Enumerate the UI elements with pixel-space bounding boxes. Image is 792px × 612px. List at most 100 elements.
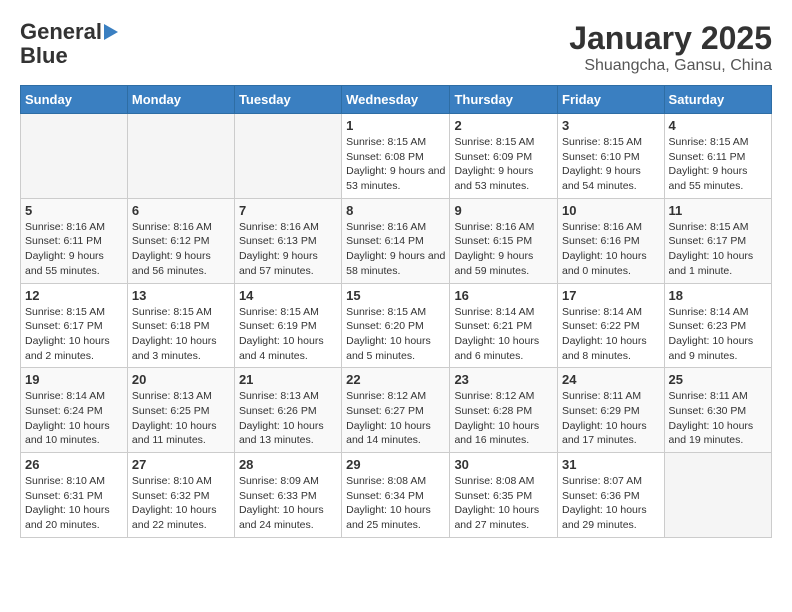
calendar-cell: 29 Sunrise: 8:08 AM Sunset: 6:34 PM Dayli… bbox=[342, 453, 450, 538]
day-number: 4 bbox=[669, 118, 767, 133]
day-number: 10 bbox=[562, 203, 660, 218]
day-number: 19 bbox=[25, 372, 123, 387]
day-info: Sunrise: 8:16 AM Sunset: 6:14 PM Dayligh… bbox=[346, 220, 445, 279]
logo: General Blue bbox=[20, 20, 118, 68]
calendar-cell: 11Sunrise: 8:15 AM Sunset: 6:17 PM Dayli… bbox=[664, 198, 771, 283]
day-info: Sunrise: 8:10 AM Sunset: 6:31 PM Dayligh… bbox=[25, 474, 123, 533]
day-of-week-header: Sunday bbox=[21, 86, 128, 114]
logo-text-blue: Blue bbox=[20, 44, 68, 68]
calendar-cell: 1Sunrise: 8:15 AM Sunset: 6:08 PM Daylig… bbox=[342, 114, 450, 199]
day-of-week-header: Wednesday bbox=[342, 86, 450, 114]
calendar-cell: 21Sunrise: 8:13 AM Sunset: 6:26 PM Dayli… bbox=[234, 368, 341, 453]
calendar-cell: 31 Sunrise: 8:07 AM Sunset: 6:36 PM Dayli… bbox=[558, 453, 665, 538]
day-number: 2 bbox=[454, 118, 553, 133]
day-number: 8 bbox=[346, 203, 445, 218]
day-info: Sunrise: 8:16 AM Sunset: 6:15 PM Dayligh… bbox=[454, 220, 553, 279]
calendar-cell: 12 Sunrise: 8:15 AM Sunset: 6:17 PM Dayli… bbox=[21, 283, 128, 368]
calendar-cell: 2 Sunrise: 8:15 AM Sunset: 6:09 PM Daylig… bbox=[450, 114, 558, 199]
day-number: 15 bbox=[346, 288, 445, 303]
calendar-subtitle: Shuangcha, Gansu, China bbox=[569, 57, 772, 75]
calendar-cell: 24 Sunrise: 8:11 AM Sunset: 6:29 PM Dayli… bbox=[558, 368, 665, 453]
day-info: Sunrise: 8:11 AM Sunset: 6:30 PM Dayligh… bbox=[669, 389, 767, 448]
day-info: Sunrise: 8:16 AM Sunset: 6:12 PM Dayligh… bbox=[132, 220, 230, 279]
day-of-week-header: Tuesday bbox=[234, 86, 341, 114]
calendar-cell: 16 Sunrise: 8:14 AM Sunset: 6:21 PM Dayli… bbox=[450, 283, 558, 368]
day-info: Sunrise: 8:07 AM Sunset: 6:36 PM Dayligh… bbox=[562, 474, 660, 533]
calendar-cell: 4 Sunrise: 8:15 AM Sunset: 6:11 PM Daylig… bbox=[664, 114, 771, 199]
day-info: Sunrise: 8:11 AM Sunset: 6:29 PM Dayligh… bbox=[562, 389, 660, 448]
day-info: Sunrise: 8:14 AM Sunset: 6:24 PM Dayligh… bbox=[25, 389, 123, 448]
calendar-cell: 27Sunrise: 8:10 AM Sunset: 6:32 PM Dayli… bbox=[127, 453, 234, 538]
calendar-cell: 30 Sunrise: 8:08 AM Sunset: 6:35 PM Dayli… bbox=[450, 453, 558, 538]
day-number: 11 bbox=[669, 203, 767, 218]
day-number: 24 bbox=[562, 372, 660, 387]
logo-arrow-icon bbox=[104, 24, 118, 40]
day-number: 27 bbox=[132, 457, 230, 472]
day-info: Sunrise: 8:15 AM Sunset: 6:20 PM Dayligh… bbox=[346, 305, 445, 364]
calendar-cell: 3 Sunrise: 8:15 AM Sunset: 6:10 PM Daylig… bbox=[558, 114, 665, 199]
calendar-cell: 18 Sunrise: 8:14 AM Sunset: 6:23 PM Dayli… bbox=[664, 283, 771, 368]
calendar-week-row: 5 Sunrise: 8:16 AM Sunset: 6:11 PM Daylig… bbox=[21, 198, 772, 283]
day-number: 17 bbox=[562, 288, 660, 303]
day-number: 28 bbox=[239, 457, 337, 472]
calendar-cell: 14Sunrise: 8:15 AM Sunset: 6:19 PM Dayli… bbox=[234, 283, 341, 368]
calendar-cell: 8 Sunrise: 8:16 AM Sunset: 6:14 PM Daylig… bbox=[342, 198, 450, 283]
day-info: Sunrise: 8:13 AM Sunset: 6:25 PM Dayligh… bbox=[132, 389, 230, 448]
day-info: Sunrise: 8:14 AM Sunset: 6:22 PM Dayligh… bbox=[562, 305, 660, 364]
calendar-cell: 6Sunrise: 8:16 AM Sunset: 6:12 PM Daylig… bbox=[127, 198, 234, 283]
calendar-cell bbox=[664, 453, 771, 538]
calendar-header-row: SundayMondayTuesdayWednesdayThursdayFrid… bbox=[21, 86, 772, 114]
calendar-week-row: 19 Sunrise: 8:14 AM Sunset: 6:24 PM Dayli… bbox=[21, 368, 772, 453]
day-info: Sunrise: 8:15 AM Sunset: 6:11 PM Dayligh… bbox=[669, 135, 767, 194]
day-info: Sunrise: 8:16 AM Sunset: 6:13 PM Dayligh… bbox=[239, 220, 337, 279]
day-info: Sunrise: 8:08 AM Sunset: 6:35 PM Dayligh… bbox=[454, 474, 553, 533]
calendar-cell: 22 Sunrise: 8:12 AM Sunset: 6:27 PM Dayli… bbox=[342, 368, 450, 453]
day-number: 18 bbox=[669, 288, 767, 303]
day-number: 12 bbox=[25, 288, 123, 303]
day-info: Sunrise: 8:15 AM Sunset: 6:10 PM Dayligh… bbox=[562, 135, 660, 194]
day-of-week-header: Monday bbox=[127, 86, 234, 114]
day-number: 5 bbox=[25, 203, 123, 218]
day-number: 29 bbox=[346, 457, 445, 472]
day-number: 21 bbox=[239, 372, 337, 387]
day-of-week-header: Thursday bbox=[450, 86, 558, 114]
day-number: 16 bbox=[454, 288, 553, 303]
day-info: Sunrise: 8:15 AM Sunset: 6:08 PM Dayligh… bbox=[346, 135, 445, 194]
day-number: 22 bbox=[346, 372, 445, 387]
day-info: Sunrise: 8:16 AM Sunset: 6:11 PM Dayligh… bbox=[25, 220, 123, 279]
calendar-cell bbox=[234, 114, 341, 199]
calendar-week-row: 26Sunrise: 8:10 AM Sunset: 6:31 PM Dayli… bbox=[21, 453, 772, 538]
day-info: Sunrise: 8:14 AM Sunset: 6:21 PM Dayligh… bbox=[454, 305, 553, 364]
day-info: Sunrise: 8:15 AM Sunset: 6:17 PM Dayligh… bbox=[25, 305, 123, 364]
calendar-week-row: 1Sunrise: 8:15 AM Sunset: 6:08 PM Daylig… bbox=[21, 114, 772, 199]
calendar-cell: 26Sunrise: 8:10 AM Sunset: 6:31 PM Dayli… bbox=[21, 453, 128, 538]
calendar-cell: 20Sunrise: 8:13 AM Sunset: 6:25 PM Dayli… bbox=[127, 368, 234, 453]
calendar-cell: 15 Sunrise: 8:15 AM Sunset: 6:20 PM Dayli… bbox=[342, 283, 450, 368]
calendar-cell: 23 Sunrise: 8:12 AM Sunset: 6:28 PM Dayli… bbox=[450, 368, 558, 453]
calendar-week-row: 12 Sunrise: 8:15 AM Sunset: 6:17 PM Dayli… bbox=[21, 283, 772, 368]
day-number: 31 bbox=[562, 457, 660, 472]
day-info: Sunrise: 8:15 AM Sunset: 6:18 PM Dayligh… bbox=[132, 305, 230, 364]
calendar-title: January 2025 bbox=[569, 20, 772, 57]
day-number: 3 bbox=[562, 118, 660, 133]
day-number: 25 bbox=[669, 372, 767, 387]
day-info: Sunrise: 8:16 AM Sunset: 6:16 PM Dayligh… bbox=[562, 220, 660, 279]
logo-text-general: General bbox=[20, 20, 102, 44]
day-of-week-header: Saturday bbox=[664, 86, 771, 114]
day-info: Sunrise: 8:12 AM Sunset: 6:28 PM Dayligh… bbox=[454, 389, 553, 448]
calendar-cell: 9 Sunrise: 8:16 AM Sunset: 6:15 PM Daylig… bbox=[450, 198, 558, 283]
day-info: Sunrise: 8:09 AM Sunset: 6:33 PM Dayligh… bbox=[239, 474, 337, 533]
day-number: 23 bbox=[454, 372, 553, 387]
calendar-cell: 5 Sunrise: 8:16 AM Sunset: 6:11 PM Daylig… bbox=[21, 198, 128, 283]
day-number: 30 bbox=[454, 457, 553, 472]
day-info: Sunrise: 8:15 AM Sunset: 6:09 PM Dayligh… bbox=[454, 135, 553, 194]
day-info: Sunrise: 8:14 AM Sunset: 6:23 PM Dayligh… bbox=[669, 305, 767, 364]
title-block: January 2025 Shuangcha, Gansu, China bbox=[569, 20, 772, 75]
day-number: 9 bbox=[454, 203, 553, 218]
day-info: Sunrise: 8:12 AM Sunset: 6:27 PM Dayligh… bbox=[346, 389, 445, 448]
calendar-cell: 17 Sunrise: 8:14 AM Sunset: 6:22 PM Dayli… bbox=[558, 283, 665, 368]
calendar-cell: 28 Sunrise: 8:09 AM Sunset: 6:33 PM Dayli… bbox=[234, 453, 341, 538]
day-info: Sunrise: 8:08 AM Sunset: 6:34 PM Dayligh… bbox=[346, 474, 445, 533]
calendar-cell: 25 Sunrise: 8:11 AM Sunset: 6:30 PM Dayli… bbox=[664, 368, 771, 453]
page-header: General Blue January 2025 Shuangcha, Gan… bbox=[20, 20, 772, 75]
